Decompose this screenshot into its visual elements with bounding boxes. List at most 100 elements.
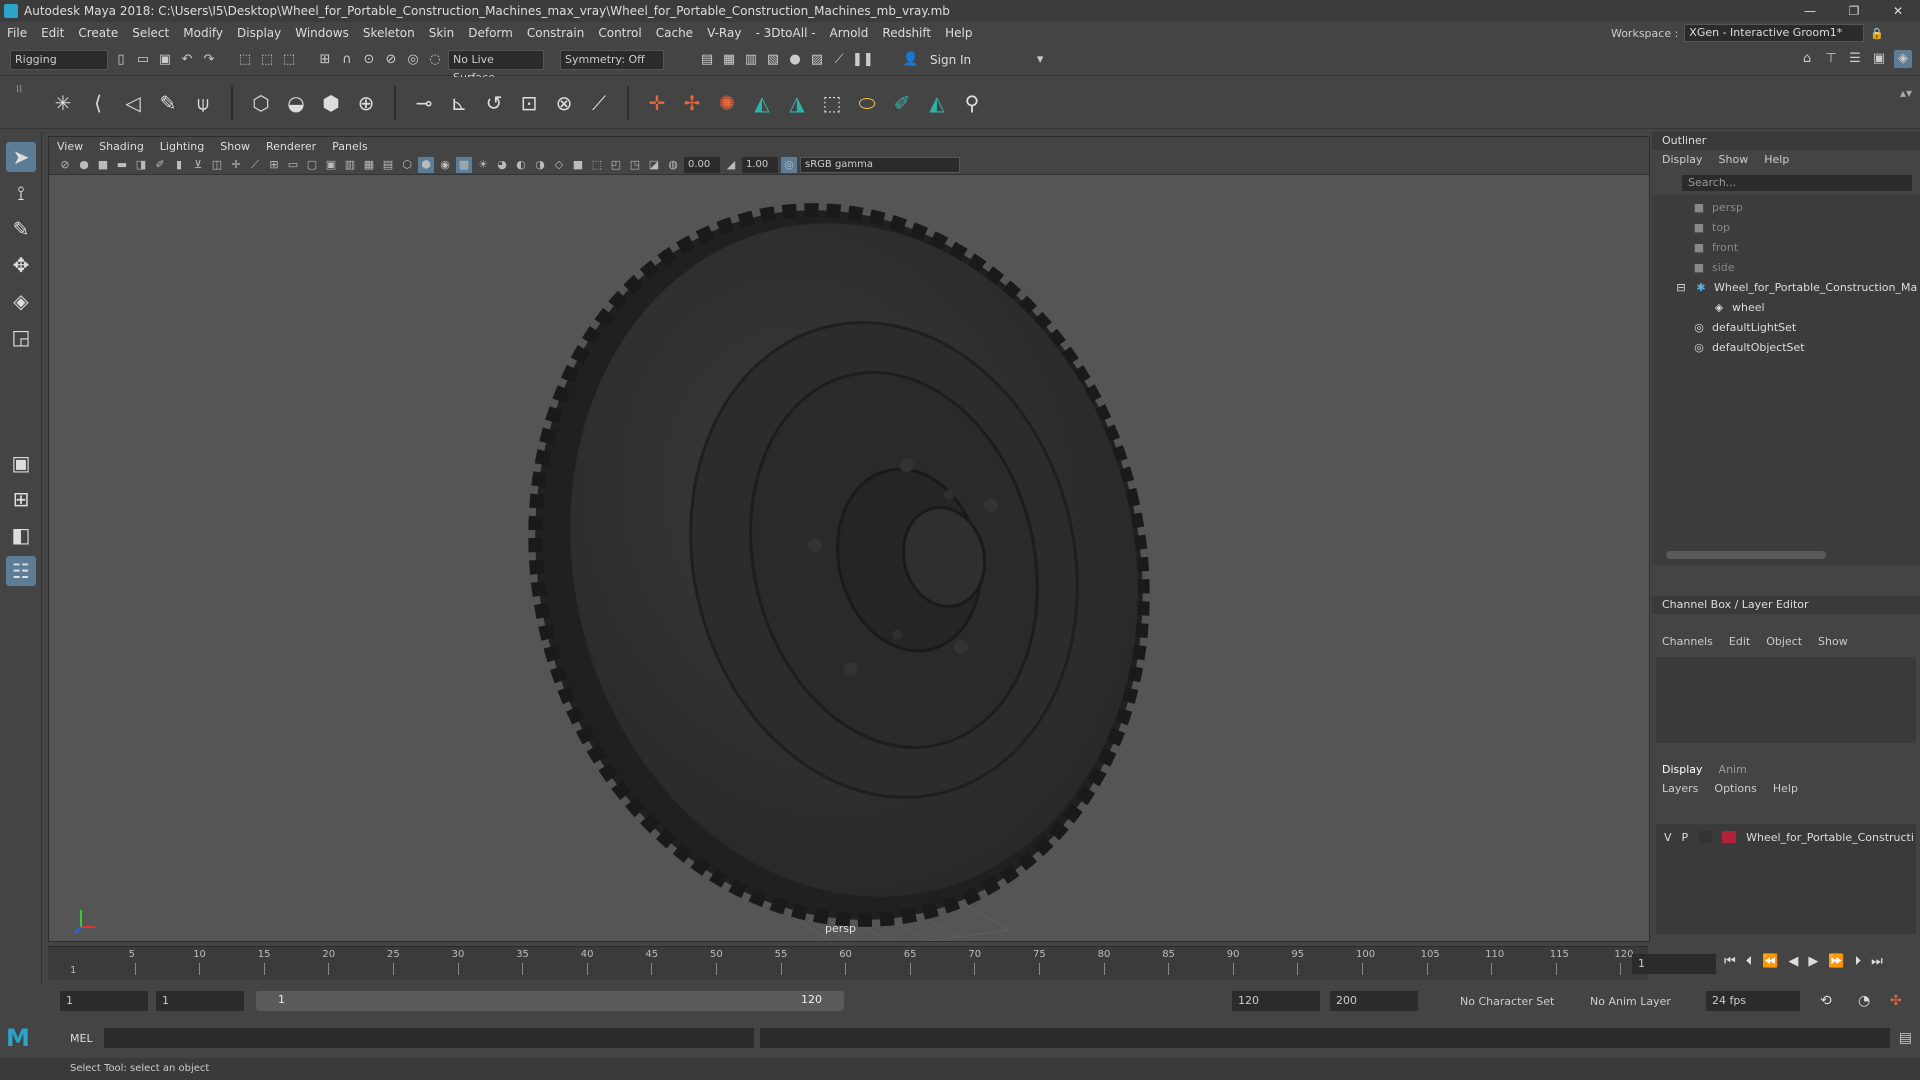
lasso-tool-icon[interactable]: ⟟ (6, 178, 36, 208)
select-tool-icon[interactable]: ➤ (6, 142, 36, 172)
undo-icon[interactable]: ↶ (178, 51, 196, 69)
menu-deform[interactable]: Deform (461, 26, 520, 40)
mel-label[interactable]: MEL (70, 1032, 93, 1045)
safe-action-icon[interactable]: ⟋ (247, 157, 263, 173)
layer-editor-toggle-icon[interactable]: ◈ (1894, 50, 1912, 68)
point-constraint-icon[interactable]: ⊾ (446, 90, 472, 116)
channel-box-area[interactable] (1656, 657, 1916, 743)
rotate-tool-icon[interactable]: ◈ (6, 286, 36, 316)
outliner-item-wheel-group[interactable]: ⊟ ✱ Wheel_for_Portable_Construction_Ma (1674, 277, 1917, 297)
layers-menu-options[interactable]: Options (1714, 782, 1756, 795)
channelbox-menu-edit[interactable]: Edit (1729, 635, 1750, 648)
menu-vray[interactable]: V-Ray (700, 26, 748, 40)
collapse-icon[interactable]: ⊟ (1674, 281, 1688, 294)
channelbox-menu-show[interactable]: Show (1818, 635, 1848, 648)
viewport-menu-panels[interactable]: Panels (324, 140, 375, 153)
menu-windows[interactable]: Windows (288, 26, 356, 40)
textured-icon[interactable]: ▩ (456, 156, 472, 173)
play-backward-icon[interactable]: ◀ (1788, 954, 1798, 969)
menu-constrain[interactable]: Constrain (520, 26, 592, 40)
two-view-icon[interactable]: ◧ (6, 520, 36, 550)
channel-box-toggle-icon[interactable]: ▣ (1870, 50, 1888, 68)
layer-color-swatch[interactable] (1722, 831, 1737, 843)
outliner-menu-show[interactable]: Show (1719, 153, 1749, 166)
menu-select[interactable]: Select (125, 26, 176, 40)
snap-curve-icon[interactable]: ∩ (338, 51, 356, 69)
camera-icon[interactable]: ● (76, 157, 92, 173)
menu-3dtoall[interactable]: - 3DtoAll - (748, 26, 822, 40)
viewport-menu-view[interactable]: View (49, 140, 91, 153)
four-view-icon[interactable]: ⊞ (6, 484, 36, 514)
ipr-render-icon[interactable]: ▥ (742, 51, 760, 69)
bookmark-icon[interactable]: ■ (95, 157, 111, 173)
select-object-icon[interactable]: ⬚ (258, 51, 276, 69)
wrap-icon[interactable]: ⊕ (353, 90, 379, 116)
minimize-button[interactable]: — (1788, 0, 1832, 22)
scale-constraint-icon[interactable]: ⊡ (516, 90, 542, 116)
redo-icon[interactable]: ↷ (200, 51, 218, 69)
insert-joint-icon[interactable]: ⟨ (85, 90, 111, 116)
aim-constraint-icon[interactable]: ⊗ (551, 90, 577, 116)
range-slider-bar[interactable]: 1 120 (256, 991, 844, 1011)
pause-render-icon[interactable]: ❚❚ (852, 51, 874, 69)
symmetry-select[interactable]: Symmetry: Off (560, 49, 664, 70)
pole-vector-icon[interactable]: ⟋ (586, 90, 612, 116)
scene-start-field[interactable]: 1 (60, 991, 148, 1011)
layers-menu-help[interactable]: Help (1773, 782, 1798, 795)
tool-settings-icon[interactable]: ☰ (1846, 50, 1864, 68)
safe-title-icon[interactable]: ▭ (285, 157, 301, 173)
wireframe-icon[interactable]: ▢ (304, 157, 320, 173)
time-slider[interactable]: 1 5 10 15 20 25 30 35 40 45 50 55 60 65 70 75 80 85 90 95 10… (48, 946, 1648, 980)
viewport-menu-shading[interactable]: Shading (91, 140, 152, 153)
vray-render-icon[interactable]: ▨ (808, 51, 826, 69)
blendshape-icon[interactable]: ⬭ (854, 90, 880, 116)
outliner-menu-help[interactable]: Help (1764, 153, 1789, 166)
menu-modify[interactable]: Modify (176, 26, 230, 40)
nurbs-circle-icon[interactable]: ◭ (749, 90, 775, 116)
outliner-item-top[interactable]: ■ top (1692, 217, 1730, 237)
viewport-menu-renderer[interactable]: Renderer (258, 140, 324, 153)
use-lights-icon[interactable]: ☀ (475, 157, 491, 173)
smooth-shade-icon[interactable]: ▣ (323, 157, 339, 173)
scale-tool-icon[interactable]: ◲ (6, 322, 36, 352)
step-forward-key-icon[interactable]: ⏵ (1855, 954, 1862, 969)
viewport-menu-lighting[interactable]: Lighting (152, 140, 212, 153)
grease-pencil-icon[interactable]: ✐ (152, 157, 168, 173)
orient-constraint-icon[interactable]: ↺ (481, 90, 507, 116)
film-gate-icon[interactable]: ▮ (171, 157, 187, 173)
snap-grid-icon[interactable]: ⊞ (316, 51, 334, 69)
channelbox-menu-channels[interactable]: Channels (1662, 635, 1713, 648)
xray-icon[interactable]: ▤ (380, 157, 396, 173)
playback-start-field[interactable]: 1 (156, 991, 244, 1011)
screen-ao-icon[interactable]: ◐ (513, 157, 529, 173)
layers-menu-layers[interactable]: Layers (1662, 782, 1698, 795)
xray-active-icon[interactable]: ◳ (627, 157, 643, 173)
render-settings-icon[interactable]: ▧ (764, 51, 782, 69)
viewport-menu-show[interactable]: Show (212, 140, 258, 153)
menu-control[interactable]: Control (591, 26, 648, 40)
open-scene-icon[interactable]: ▭ (134, 51, 152, 69)
paint-tool-icon[interactable]: ✐ (889, 90, 915, 116)
play-forward-icon[interactable]: ▶ (1808, 954, 1818, 969)
loop-icon[interactable]: ⟲ (1820, 993, 1832, 1009)
humanik-icon[interactable]: ⍦ (190, 90, 216, 116)
layer-row[interactable]: V P Wheel_for_Portable_Constructi (1656, 828, 1914, 846)
anim-prefs-icon[interactable]: ✣ (1890, 993, 1902, 1009)
depth-of-field-icon[interactable]: ■ (570, 157, 586, 173)
lock-icon[interactable]: 🔒 (1870, 27, 1884, 40)
create-joints-icon[interactable]: ✳ (50, 90, 76, 116)
select-hierarchy-icon[interactable]: ⬚ (236, 51, 254, 69)
go-to-end-icon[interactable]: ⏭ (1871, 954, 1883, 969)
menu-file[interactable]: File (0, 26, 34, 40)
resolution-gate-icon[interactable]: ⊻ (190, 157, 206, 173)
2d-pan-icon[interactable]: ◨ (133, 157, 149, 173)
paint-select-icon[interactable]: ✎ (6, 214, 36, 244)
menu-skin[interactable]: Skin (422, 26, 462, 40)
menu-edit[interactable]: Edit (34, 26, 71, 40)
render-frame-icon[interactable]: ▦ (720, 51, 738, 69)
close-button[interactable]: ✕ (1876, 0, 1920, 22)
move-tool-icon[interactable]: ✥ (6, 250, 36, 280)
step-back-key-icon[interactable]: ⏴ (1746, 954, 1753, 969)
skin-cluster-icon[interactable]: ◭ (924, 90, 950, 116)
menu-help[interactable]: Help (938, 26, 979, 40)
